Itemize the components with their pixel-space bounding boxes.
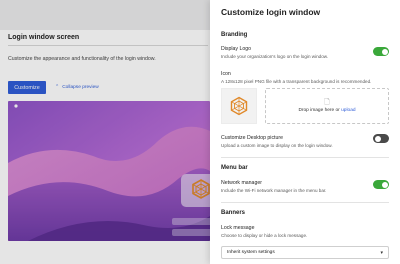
dropzone-prompt: Drop image here or [298,108,342,113]
banners-heading: Banners [221,210,246,216]
icon-label: Icon [221,71,231,77]
hexagon-logo-icon [230,96,248,116]
toggle-knob [374,135,381,142]
network-manager-toggle[interactable] [373,180,389,189]
dropzone-text: Drop image here or upload [298,108,355,113]
logo-thumbnail [221,88,257,124]
modal-overlay[interactable] [0,0,210,264]
network-manager-label: Network manager [221,180,262,186]
display-logo-description: Include your organization's logo on the … [221,54,329,59]
document-icon: 🗋 [324,99,330,106]
desktop-picture-toggle[interactable] [373,134,389,143]
lock-message-select[interactable]: Inherit system settings ▾ [221,246,389,259]
divider [221,157,389,158]
desktop-picture-description: Upload a custom image to display on the … [221,143,333,148]
divider [221,202,389,203]
panel-title: Customize login window [221,7,321,17]
caret-down-icon: ▾ [380,249,383,256]
image-dropzone[interactable]: 🗋 Drop image here or upload [265,88,389,124]
customize-panel: Customize login window Branding Display … [210,0,400,264]
icon-description: A 128x128 pixel PNG file with a transpar… [221,79,372,84]
display-logo-toggle[interactable] [373,47,389,56]
display-logo-label: Display Logo [221,46,251,52]
lock-message-select-value: Inherit system settings [227,250,275,255]
network-manager-description: Include the Wi-Fi network manager in the… [221,188,327,193]
lock-message-description: Choose to display or hide a lock message… [221,233,308,238]
lock-message-label: Lock message [221,225,255,231]
desktop-picture-label: Customize Desktop picture [221,135,283,141]
toggle-knob [381,181,388,188]
toggle-knob [381,48,388,55]
menu-bar-heading: Menu bar [221,165,248,171]
branding-heading: Branding [221,32,248,38]
upload-link[interactable]: upload [341,108,355,113]
